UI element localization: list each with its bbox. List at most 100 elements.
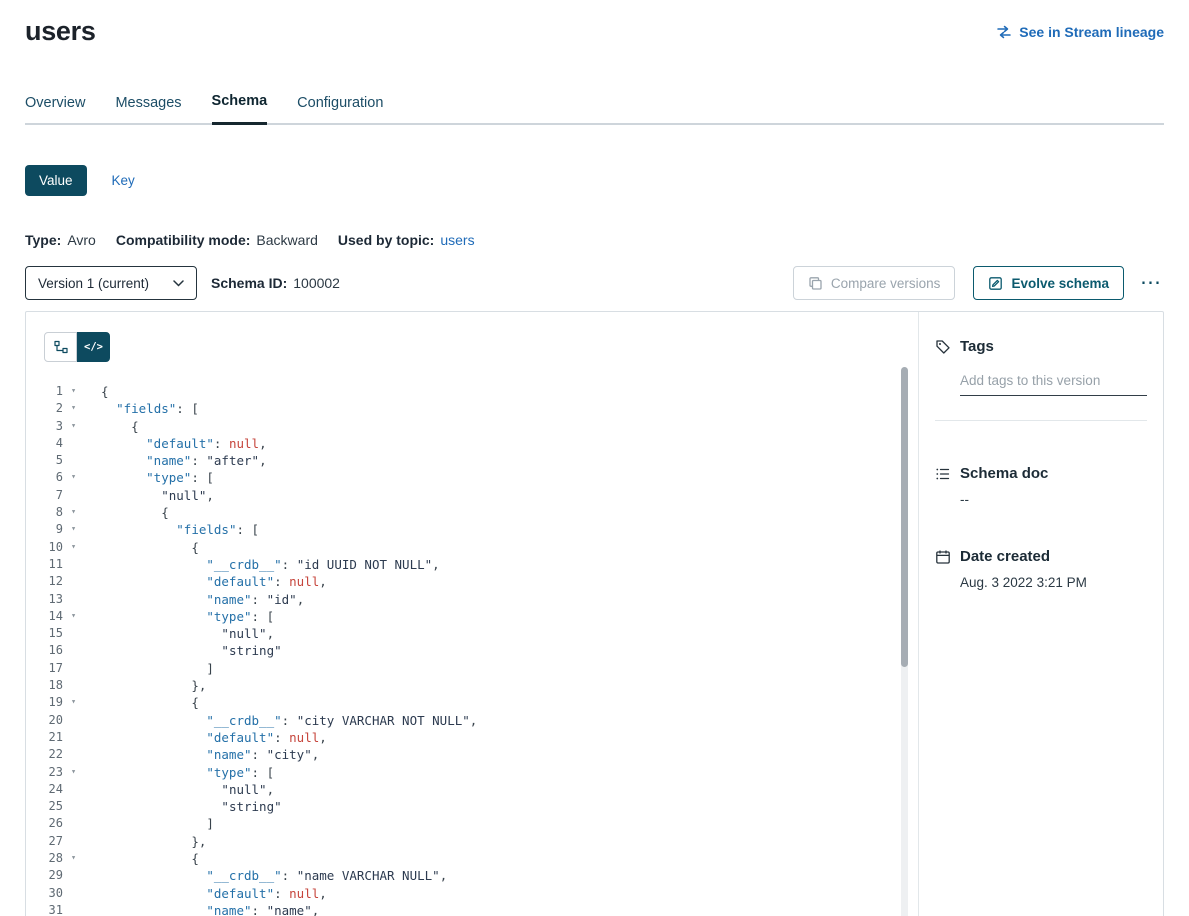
code-line: 8 ▾ { bbox=[26, 504, 918, 521]
evolve-schema-button[interactable]: Evolve schema bbox=[973, 266, 1124, 300]
date-created-title: Date created bbox=[960, 548, 1050, 565]
schema-id-label: Schema ID: bbox=[211, 275, 287, 291]
fold-toggle-icon[interactable]: ▾ bbox=[71, 418, 85, 435]
version-select[interactable]: Version 1 (current) bbox=[25, 266, 197, 300]
code-line: 26 ] bbox=[26, 815, 918, 832]
value-toggle-button[interactable]: Value bbox=[25, 165, 87, 196]
tab-overview[interactable]: Overview bbox=[25, 87, 85, 125]
evolve-schema-label: Evolve schema bbox=[1011, 276, 1109, 291]
code-line: 22 "name": "city", bbox=[26, 746, 918, 763]
code-line: 2▾ "fields": [ bbox=[26, 400, 918, 417]
tab-bar: Overview Messages Schema Configuration bbox=[25, 87, 1164, 125]
fold-toggle-icon[interactable]: ▾ bbox=[71, 504, 85, 521]
line-number: 17 bbox=[26, 660, 63, 677]
compare-versions-label: Compare versions bbox=[831, 276, 941, 291]
line-number: 1 bbox=[26, 383, 63, 400]
fold-toggle-icon[interactable]: ▾ bbox=[71, 764, 85, 781]
code-line: 16 "string" bbox=[26, 642, 918, 659]
line-number: 15 bbox=[26, 625, 63, 642]
line-number: 29 bbox=[26, 867, 63, 884]
code-text: "name": "city", bbox=[101, 746, 319, 763]
line-number: 3 bbox=[26, 418, 63, 435]
code-line: 1▾{ bbox=[26, 383, 918, 400]
code-text: "default": null, bbox=[101, 435, 267, 452]
fold-spacer bbox=[71, 642, 85, 659]
fold-spacer bbox=[71, 487, 85, 504]
code-line: 15 "null", bbox=[26, 625, 918, 642]
code-line: 25 "string" bbox=[26, 798, 918, 815]
code-view-button[interactable]: </> bbox=[77, 332, 110, 362]
line-number: 14 bbox=[26, 608, 63, 625]
code-text: "null", bbox=[101, 781, 274, 798]
code-text: "default": null, bbox=[101, 885, 327, 902]
fold-spacer bbox=[71, 591, 85, 608]
sidebar-divider bbox=[935, 420, 1147, 421]
scrollbar-thumb[interactable] bbox=[901, 367, 908, 667]
fold-toggle-icon[interactable]: ▾ bbox=[71, 694, 85, 711]
fold-spacer bbox=[71, 660, 85, 677]
tab-configuration[interactable]: Configuration bbox=[297, 87, 383, 125]
line-number: 22 bbox=[26, 746, 63, 763]
code-text: "name": "name", bbox=[101, 902, 319, 916]
line-number: 9 bbox=[26, 521, 63, 538]
page-title: users bbox=[25, 16, 96, 47]
topic-link[interactable]: users bbox=[440, 232, 474, 248]
compare-versions-button[interactable]: Compare versions bbox=[793, 266, 956, 300]
fold-spacer bbox=[71, 798, 85, 815]
fold-spacer bbox=[71, 729, 85, 746]
schema-code-pane: </> 1▾{2▾ "fields": [3▾ {4 "default": nu… bbox=[26, 312, 919, 916]
tags-title: Tags bbox=[960, 338, 994, 355]
page-header: users See in Stream lineage bbox=[0, 0, 1189, 47]
line-number: 26 bbox=[26, 815, 63, 832]
code-text: "__crdb__": "name VARCHAR NULL", bbox=[101, 867, 447, 884]
fold-spacer bbox=[71, 885, 85, 902]
code-text: }, bbox=[101, 677, 206, 694]
line-number: 13 bbox=[26, 591, 63, 608]
code-line: 10▾ { bbox=[26, 539, 918, 556]
tab-messages[interactable]: Messages bbox=[115, 87, 181, 125]
tree-view-button[interactable] bbox=[44, 332, 77, 362]
stream-lineage-link[interactable]: See in Stream lineage bbox=[996, 24, 1164, 40]
line-number: 5 bbox=[26, 452, 63, 469]
code-text: "null", bbox=[101, 487, 214, 504]
fold-toggle-icon[interactable]: ▾ bbox=[71, 469, 85, 486]
used-by-topic-label: Used by topic: bbox=[338, 232, 434, 248]
schema-toolbar: Version 1 (current) Schema ID: 100002 Co… bbox=[25, 266, 1164, 300]
fold-spacer bbox=[71, 712, 85, 729]
compare-versions-icon bbox=[808, 276, 823, 291]
tab-schema[interactable]: Schema bbox=[212, 87, 268, 125]
fold-toggle-icon[interactable]: ▾ bbox=[71, 608, 85, 625]
version-select-value: Version 1 (current) bbox=[38, 276, 149, 291]
add-tags-input[interactable] bbox=[960, 368, 1147, 396]
schema-doc-value: -- bbox=[960, 492, 1147, 507]
code-text: "null", bbox=[101, 625, 274, 642]
code-line: 17 ] bbox=[26, 660, 918, 677]
code-text: "default": null, bbox=[101, 573, 327, 590]
fold-toggle-icon[interactable]: ▾ bbox=[71, 850, 85, 867]
tree-view-icon bbox=[54, 340, 68, 354]
line-number: 30 bbox=[26, 885, 63, 902]
fold-spacer bbox=[71, 556, 85, 573]
fold-toggle-icon[interactable]: ▾ bbox=[71, 539, 85, 556]
line-number: 8 bbox=[26, 504, 63, 521]
fold-toggle-icon[interactable]: ▾ bbox=[71, 400, 85, 417]
code-line: 23▾ "type": [ bbox=[26, 764, 918, 781]
fold-toggle-icon[interactable]: ▾ bbox=[71, 383, 85, 400]
code-text: "fields": [ bbox=[101, 400, 199, 417]
code-line: 30 "default": null, bbox=[26, 885, 918, 902]
tag-icon bbox=[935, 339, 951, 355]
compatibility-value: Backward bbox=[256, 232, 317, 248]
more-options-button[interactable]: ⋯ bbox=[1138, 274, 1164, 292]
fold-spacer bbox=[71, 452, 85, 469]
code-text: "fields": [ bbox=[101, 521, 259, 538]
line-number: 31 bbox=[26, 902, 63, 916]
code-text: "type": [ bbox=[101, 469, 214, 486]
code-text: "__crdb__": "id UUID NOT NULL", bbox=[101, 556, 440, 573]
code-text: { bbox=[101, 850, 199, 867]
code-text: "__crdb__": "city VARCHAR NOT NULL", bbox=[101, 712, 477, 729]
code-line: 14▾ "type": [ bbox=[26, 608, 918, 625]
fold-toggle-icon[interactable]: ▾ bbox=[71, 521, 85, 538]
code-text: "string" bbox=[101, 642, 282, 659]
code-text: { bbox=[101, 504, 169, 521]
key-toggle-button[interactable]: Key bbox=[112, 173, 135, 188]
